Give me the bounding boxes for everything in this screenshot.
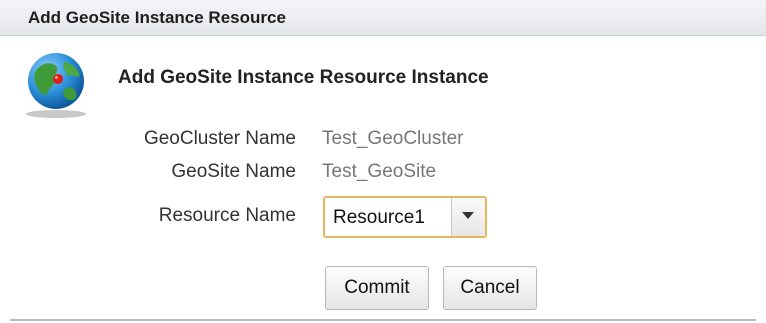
resource-name-label: Resource Name: [158, 205, 296, 226]
geosite-name-value: Test_GeoSite: [322, 161, 437, 182]
geocluster-name-value: Test_GeoCluster: [322, 128, 464, 149]
cancel-button[interactable]: Cancel: [443, 266, 537, 310]
globe-icon: [20, 48, 92, 120]
dialog-heading: Add GeoSite Instance Resource Instance: [118, 67, 489, 88]
dialog-bottom-divider: [10, 319, 756, 321]
resource-name-select[interactable]: Resource1: [323, 196, 487, 238]
dropdown-arrow-button[interactable]: [451, 198, 485, 236]
dialog-title: Add GeoSite Instance Resource: [28, 8, 286, 27]
chevron-down-icon: [462, 212, 474, 219]
geosite-name-label: GeoSite Name: [171, 161, 296, 182]
resource-name-selected-value: Resource1: [333, 207, 425, 228]
commit-button[interactable]: Commit: [325, 266, 429, 310]
add-geosite-resource-dialog: Add GeoSite Instance Resource Add GeoSit…: [0, 0, 766, 323]
geocluster-name-label: GeoCluster Name: [143, 128, 296, 149]
dialog-titlebar: Add GeoSite Instance Resource: [0, 0, 766, 36]
